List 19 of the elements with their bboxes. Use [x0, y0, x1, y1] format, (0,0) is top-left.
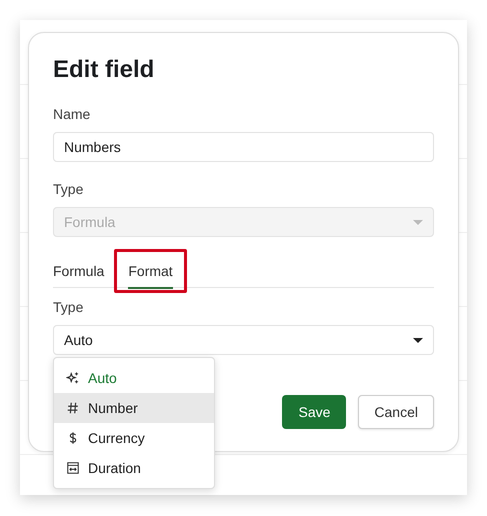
menu-item[interactable]: Auto: [54, 363, 214, 393]
format-type-select[interactable]: Auto: [53, 325, 434, 355]
dialog-button[interactable]: Save: [282, 395, 346, 429]
field-label: Name: [53, 105, 92, 123]
duration-icon: [66, 461, 80, 475]
field-label: Type: [53, 180, 84, 198]
dialog-button[interactable]: Cancel: [358, 395, 434, 429]
sparkle-icon: [66, 371, 80, 385]
menu-item[interactable]: Duration: [54, 453, 214, 483]
hash-icon: [66, 401, 80, 415]
name-input[interactable]: Numbers: [53, 132, 434, 162]
menu-item[interactable]: Number: [54, 393, 214, 423]
menu-item[interactable]: Currency: [54, 423, 214, 453]
field-label: Type: [53, 298, 84, 316]
caret-icon: [413, 338, 423, 342]
dialog-title: Edit field: [53, 55, 156, 85]
caret-icon: [413, 220, 423, 224]
tab[interactable]: Formula: [53, 259, 104, 289]
tab[interactable]: Format: [128, 259, 173, 289]
